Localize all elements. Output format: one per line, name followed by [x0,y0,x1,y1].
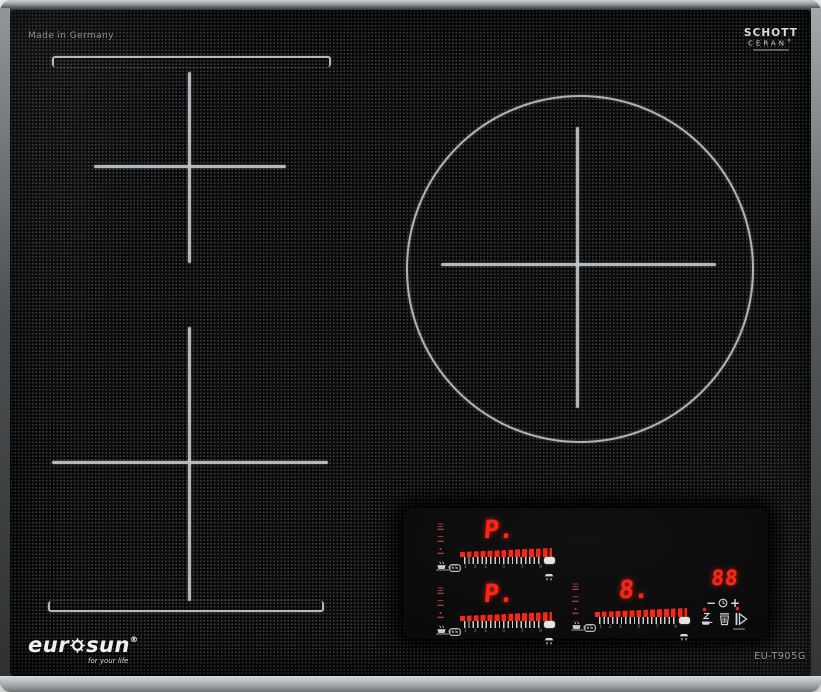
warm-level-icons[interactable] [436,586,445,619]
slider-boost-cap[interactable] [544,557,555,564]
schott-line2: CERAN® [748,38,794,48]
power-level-bar [460,548,552,557]
warm-level-low-icon[interactable] [436,610,445,619]
zone-control-front-left: P. OFF 1 2 3 · 5 · 7 · 9 [436,579,558,644]
rear-flex-cross-horizontal [94,165,286,168]
function-indicator-dot [736,607,739,610]
warm-level-mid-icon[interactable] [436,534,445,543]
schott-ceran-logo: SCHOTT CERAN® [737,27,805,51]
rear-flex-zone-bracket [52,56,331,67]
circle-cross-vertical [576,127,579,408]
warm-level-mid-icon[interactable] [571,594,580,603]
keep-warm-icon[interactable] [436,556,447,575]
warm-level-icons[interactable] [571,582,580,615]
logo-tagline: for your life [88,657,129,665]
power-level-bar [460,612,552,621]
slider-scale-labels: 1 2 3 · 5 · 7 · 9 [599,625,677,630]
power-level-bar [595,608,687,617]
circle-zone-outline [406,95,754,443]
slider-scale-labels: 1 2 3 · 5 · 7 · 9 [464,565,542,570]
eurosun-logo: eur sun® for your life [28,633,139,665]
zone-control-rear-left: P. OFF 1 2 3 · 5 · 7 · 9 [436,515,558,580]
timer-minus-button[interactable]: − [706,597,716,609]
warm-level-icons[interactable] [436,522,445,555]
schott-subline [753,49,789,51]
logo-word: eur sun® [28,633,139,657]
slider-boost-cap[interactable] [544,621,555,628]
warm-level-high-icon[interactable] [436,522,445,531]
keep-warm-icon[interactable] [436,620,447,639]
model-label: EU-T905G [754,651,806,662]
slider-boost-cap[interactable] [679,617,690,624]
warm-level-high-icon[interactable] [571,582,580,591]
booster-icon[interactable] [679,626,689,645]
warm-level-mid-icon[interactable] [436,598,445,607]
slider-off-label: OFF [448,629,458,635]
timer-clock-icon[interactable] [718,593,728,612]
warm-level-low-icon[interactable] [571,606,580,615]
warm-level-high-icon[interactable] [436,586,445,595]
power-slider[interactable] [464,621,542,628]
front-flex-cross-horizontal [52,461,328,464]
booster-icon[interactable] [544,566,554,585]
timer-controls: − + [706,593,740,612]
power-slider[interactable] [464,557,542,564]
warm-level-low-icon[interactable] [436,546,445,555]
power-level-display: P. [482,515,516,544]
power-slider[interactable] [599,617,677,624]
rear-flex-cross-vertical [188,72,191,263]
schott-line1: SCHOTT [743,27,799,39]
slider-scale-labels: 1 2 3 · 5 · 7 · 9 [464,629,542,634]
timer-display: 88 [710,566,740,590]
lock-play-micro-label [733,628,745,630]
front-flex-zone-bracket [48,601,324,612]
pot-icon[interactable] [719,611,730,630]
circle-cross-horizontal [441,263,716,266]
made-in-label: Made in Germany [28,31,114,41]
zone-control-right: 8. OFF 1 2 3 · 5 · 7 · 9 [571,575,693,640]
power-level-display: 8. [617,575,651,604]
slider-off-label: OFF [583,625,593,631]
induction-hob: Made in Germany SCHOTT CERAN® P. OFF 1 2… [0,0,821,692]
power-level-display: P. [482,579,516,608]
booster-icon[interactable] [544,630,554,649]
sun-icon [70,638,85,653]
front-flex-cross-vertical [188,327,191,601]
keep-warm-icon[interactable] [571,616,582,635]
keep-warm-pan-icon[interactable] [701,611,713,630]
slider-off-label: OFF [448,565,458,571]
